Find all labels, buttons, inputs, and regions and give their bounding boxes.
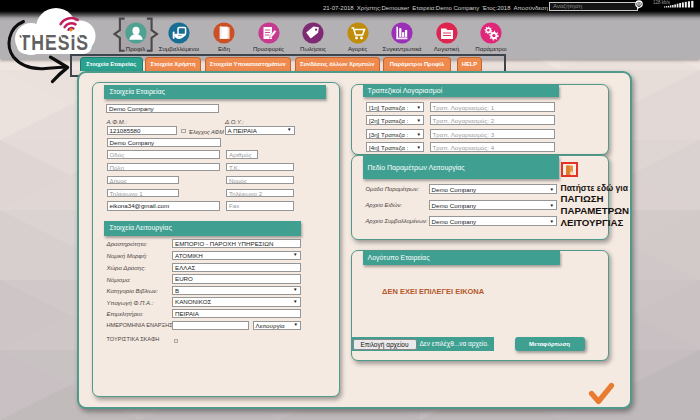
svg-text:THESIS: THESIS — [20, 30, 90, 54]
